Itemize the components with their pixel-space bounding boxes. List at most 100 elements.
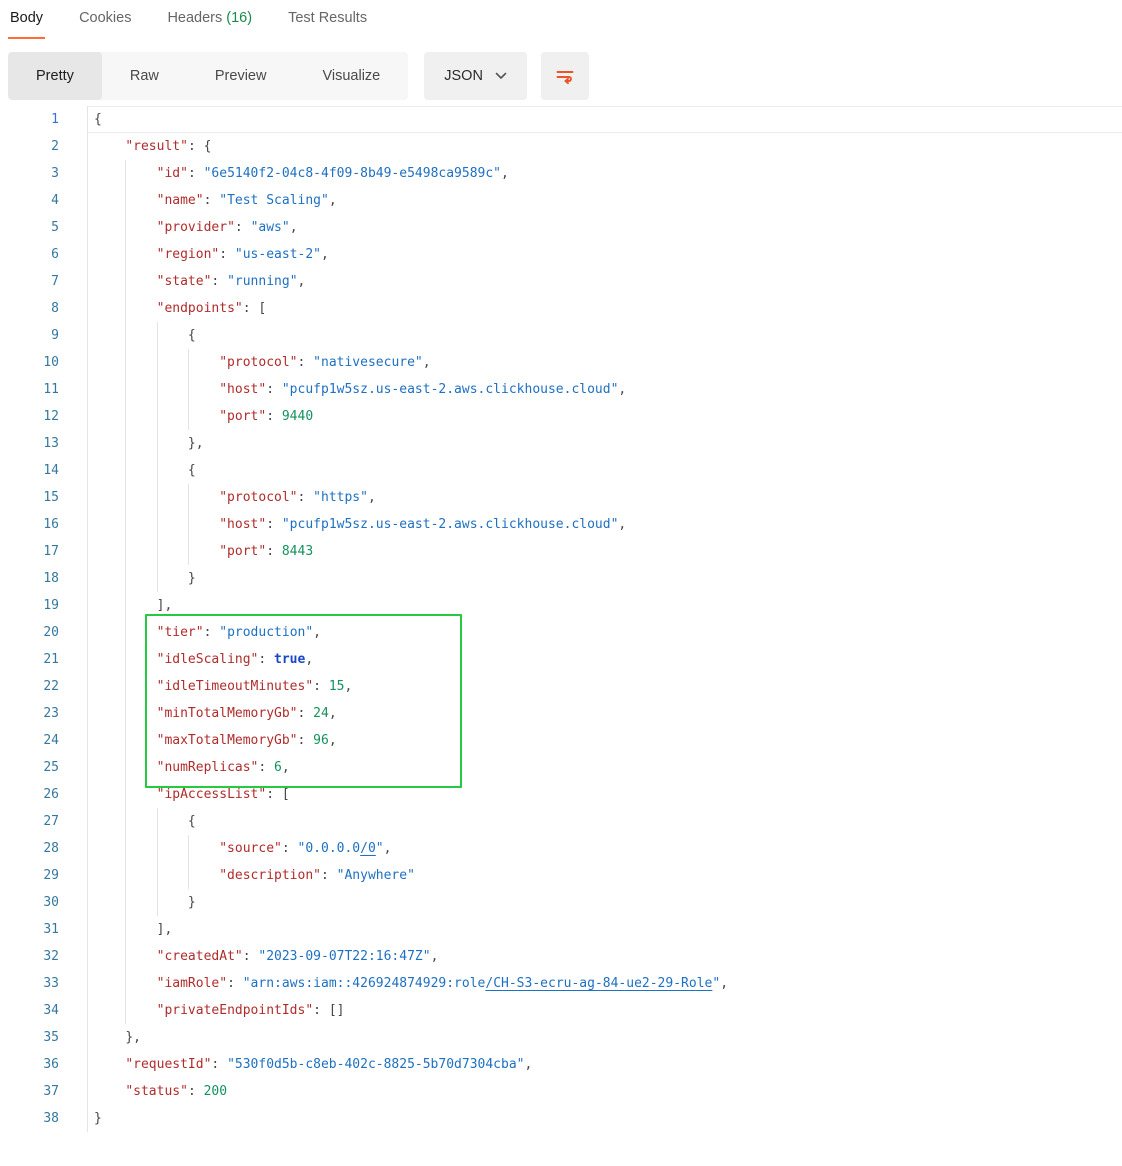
code-line: 38} — [0, 1105, 1122, 1132]
indent-guide — [125, 970, 126, 997]
link-text[interactable]: /0 — [360, 841, 376, 856]
punctuation: : — [188, 166, 204, 181]
punctuation: : — [243, 949, 259, 964]
tab-cookies[interactable]: Cookies — [77, 6, 133, 39]
wrap-lines-button[interactable] — [541, 52, 589, 100]
code-line: 27 { — [0, 808, 1122, 835]
json-key: "requestId" — [125, 1057, 211, 1072]
code-line-content: "iamRole": "arn:aws:iam::426924874929:ro… — [88, 970, 1122, 997]
code-line: 26 "ipAccessList": [ — [0, 781, 1122, 808]
line-number: 22 — [0, 673, 88, 700]
punctuation: , — [618, 382, 626, 397]
json-string: "0.0.0.0 — [298, 841, 361, 856]
indent-guide — [125, 403, 126, 430]
json-string: "pcufp1w5sz.us-east-2.aws.clickhouse.clo… — [282, 517, 619, 532]
json-string: "Test Scaling" — [219, 193, 329, 208]
punctuation: , — [298, 274, 306, 289]
indent-guide — [157, 403, 158, 430]
code-line: 28 "source": "0.0.0.0/0", — [0, 835, 1122, 862]
punctuation: , — [313, 625, 321, 640]
punctuation: , — [618, 517, 626, 532]
line-number: 18 — [0, 565, 88, 592]
code-line-content: "provider": "aws", — [88, 214, 1122, 241]
link-text[interactable]: /CH-S3-ecru-ag-84-ue2-29-Role — [485, 976, 712, 991]
code-line: 22 "idleTimeoutMinutes": 15, — [0, 673, 1122, 700]
indent-whitespace — [94, 1057, 125, 1072]
line-number: 30 — [0, 889, 88, 916]
line-number: 1 — [0, 106, 88, 133]
indent-guide — [125, 565, 126, 592]
view-mode-visualize[interactable]: Visualize — [294, 52, 408, 100]
punctuation: , — [720, 976, 728, 991]
line-number: 6 — [0, 241, 88, 268]
line-number: 26 — [0, 781, 88, 808]
json-string: " — [712, 976, 720, 991]
code-line-content: } — [88, 565, 1122, 592]
indent-guide — [188, 538, 189, 565]
tab-headers[interactable]: Headers (16) — [165, 6, 254, 39]
punctuation: : — [258, 652, 274, 667]
tab-body[interactable]: Body — [8, 6, 45, 39]
view-mode-raw[interactable]: Raw — [102, 52, 187, 100]
punctuation: : — [298, 733, 314, 748]
indent-guide — [125, 997, 126, 1024]
punctuation: , — [329, 733, 337, 748]
punctuation: ], — [157, 598, 173, 613]
view-mode-preview[interactable]: Preview — [187, 52, 295, 100]
indent-guide — [125, 538, 126, 565]
json-key: "description" — [219, 868, 321, 883]
punctuation: : — [188, 1084, 204, 1099]
indent-guide — [157, 349, 158, 376]
indent-whitespace — [94, 895, 188, 910]
punctuation: : — [298, 490, 314, 505]
line-number: 16 — [0, 511, 88, 538]
json-key: "idleTimeoutMinutes" — [157, 679, 314, 694]
code-line: 18 } — [0, 565, 1122, 592]
response-body-editor[interactable]: 1 {2 "result": {3 "id": "6e5140f2-04c8-4f… — [0, 106, 1122, 1132]
json-key: "region" — [157, 247, 220, 262]
json-string: " — [376, 841, 384, 856]
indent-guide — [188, 376, 189, 403]
code-line-content: { — [88, 322, 1122, 349]
tab-test-results[interactable]: Test Results — [286, 6, 369, 39]
indent-guide — [125, 511, 126, 538]
line-number: 36 — [0, 1051, 88, 1078]
indent-guide — [125, 754, 126, 781]
line-number: 20 — [0, 619, 88, 646]
view-mode-segmented-control: PrettyRawPreviewVisualize — [8, 52, 408, 100]
line-number: 10 — [0, 349, 88, 376]
format-dropdown[interactable]: JSON — [424, 52, 527, 100]
indent-guide — [125, 214, 126, 241]
punctuation: : — [266, 544, 282, 559]
json-key: "provider" — [157, 220, 235, 235]
json-key: "protocol" — [219, 355, 297, 370]
line-number: 15 — [0, 484, 88, 511]
punctuation: : — [235, 220, 251, 235]
code-line: 3 "id": "6e5140f2-04c8-4f09-8b49-e5498ca… — [0, 160, 1122, 187]
code-line-content: ], — [88, 916, 1122, 943]
indent-guide — [125, 808, 126, 835]
code-line-content: "result": { — [88, 133, 1122, 160]
punctuation: : — [298, 355, 314, 370]
code-line: 35 }, — [0, 1024, 1122, 1051]
indent-guide — [157, 889, 158, 916]
json-number: 200 — [204, 1084, 227, 1099]
code-line-content: "port": 8443 — [88, 538, 1122, 565]
code-line: 2 "result": { — [0, 133, 1122, 160]
code-line-content: "state": "running", — [88, 268, 1122, 295]
indent-guide — [125, 376, 126, 403]
indent-guide — [125, 268, 126, 295]
format-dropdown-label: JSON — [444, 68, 483, 84]
code-line: 19 ], — [0, 592, 1122, 619]
indent-guide — [188, 349, 189, 376]
json-key: "endpoints" — [157, 301, 243, 316]
json-string: "pcufp1w5sz.us-east-2.aws.clickhouse.clo… — [282, 382, 619, 397]
indent-guide — [125, 943, 126, 970]
code-line: 12 "port": 9440 — [0, 403, 1122, 430]
view-mode-pretty[interactable]: Pretty — [8, 52, 102, 100]
punctuation: : — [204, 193, 220, 208]
punctuation: , — [329, 193, 337, 208]
punctuation: : — [266, 517, 282, 532]
punctuation: : — [204, 625, 220, 640]
indent-guide — [125, 673, 126, 700]
